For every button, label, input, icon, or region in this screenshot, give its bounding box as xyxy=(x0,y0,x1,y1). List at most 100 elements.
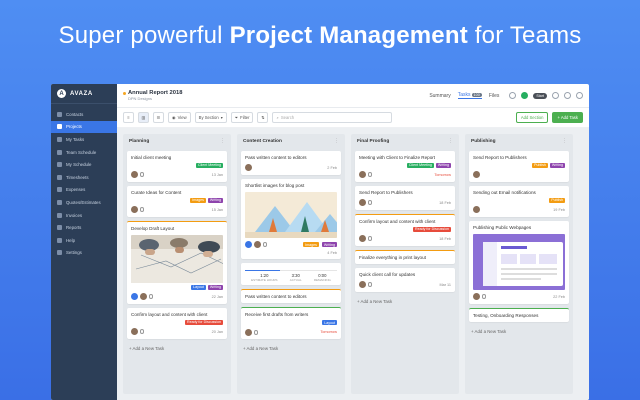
task-tag: Images xyxy=(190,197,206,203)
column-publishing: Publishing ⋮ Send Report to Publishers Pu… xyxy=(465,134,573,394)
sidebar-item-reports[interactable]: Reports xyxy=(51,221,117,234)
sidebar-item-contacts[interactable]: Contacts xyxy=(51,108,117,121)
help-icon[interactable] xyxy=(509,92,517,99)
task-card[interactable]: Receive first drafts from writers Layout… xyxy=(241,307,341,340)
search-input[interactable]: ⌕ Search xyxy=(272,112,393,123)
column-title: Planning xyxy=(129,139,150,144)
contacts-icon xyxy=(57,111,62,117)
list-view-button[interactable]: ≡ xyxy=(123,112,134,123)
group-by-select[interactable]: By Section ▾ xyxy=(194,112,227,123)
eye-icon: ◉ xyxy=(172,115,176,120)
column-title: Publishing xyxy=(471,139,496,144)
due-date: 18 Feb xyxy=(439,200,451,205)
due-date: Mar 11 xyxy=(439,282,451,287)
view-dropdown[interactable]: ◉ View xyxy=(168,112,191,123)
sidebar: A AVAZA Contacts Projects My Tasks Team … xyxy=(51,84,117,400)
sidebar-item-team-schedule[interactable]: Team Schedule xyxy=(51,146,117,159)
attachment-icon xyxy=(140,172,144,178)
task-card[interactable]: Develop Draft Layout Layout Writing 22 J… xyxy=(127,220,227,304)
add-new-task-link[interactable]: + Add a New Task xyxy=(355,296,455,307)
add-icon[interactable] xyxy=(564,92,571,99)
due-date: 22 Feb xyxy=(553,294,565,299)
task-card[interactable]: Initial client meeting Client Meeting 13… xyxy=(127,151,227,182)
more-icon[interactable]: ⋮ xyxy=(334,139,339,144)
avatar xyxy=(131,328,138,336)
sidebar-item-settings[interactable]: Settings xyxy=(51,247,117,260)
task-title: Quick client call for updates xyxy=(359,271,416,277)
task-card[interactable]: Confirm layout and content with client R… xyxy=(127,307,227,339)
board-view-button[interactable]: ▥ xyxy=(138,112,149,123)
task-card[interactable]: Publishing Public Webpages 22 Feb xyxy=(469,220,569,304)
task-tag: Layout xyxy=(191,284,206,290)
task-title: Sending out Email notifications xyxy=(473,189,536,195)
more-icon[interactable]: ⋮ xyxy=(562,139,567,144)
tab-files[interactable]: Files xyxy=(489,93,500,99)
more-icon[interactable]: ⋮ xyxy=(220,139,225,144)
add-task-button[interactable]: + Add Task xyxy=(552,112,583,123)
add-new-task-link[interactable]: + Add a New Task xyxy=(241,343,341,354)
hero-pre: Super powerful xyxy=(58,22,230,49)
task-footer: Mar 11 xyxy=(359,281,451,289)
hero-post: for Teams xyxy=(467,22,582,49)
task-footer: Tomorrow xyxy=(359,171,451,179)
task-card[interactable]: Testing, Onboarding Responses xyxy=(469,307,569,322)
sidebar-item-label: Invoices xyxy=(66,212,83,218)
sidebar-item-invoices[interactable]: Invoices xyxy=(51,209,117,222)
sidebar-item-help[interactable]: Help xyxy=(51,234,117,247)
sidebar-item-quotes[interactable]: Quotes/Estimates xyxy=(51,196,117,209)
logo[interactable]: A AVAZA xyxy=(51,84,117,104)
task-card[interactable]: Finalize everything in print layout xyxy=(355,249,455,264)
sidebar-item-projects[interactable]: Projects xyxy=(51,120,117,134)
project-client[interactable]: DPN Designs xyxy=(123,96,182,102)
task-card[interactable]: Curate Ideas for Content Images Writing 1… xyxy=(127,185,227,217)
remaining-hours: 0:00 REMAINING xyxy=(313,273,331,283)
bell-icon[interactable] xyxy=(552,92,559,99)
sidebar-item-label: Help xyxy=(66,237,76,243)
task-card[interactable]: Pass written content to editors xyxy=(241,289,341,304)
task-footer: 18 Feb xyxy=(359,199,451,207)
due-date: 4 Feb xyxy=(327,250,337,255)
attachment-icon xyxy=(368,172,372,178)
due-date: Tomorrow xyxy=(320,330,337,335)
quote-icon xyxy=(57,199,62,205)
avatar xyxy=(245,241,252,249)
task-card[interactable]: Quick client call for updates Mar 11 xyxy=(355,267,455,292)
tab-tasks[interactable]: Tasks 100 xyxy=(457,92,482,99)
sidebar-item-label: Projects xyxy=(66,124,82,130)
task-card[interactable]: Confirm layout and content with client R… xyxy=(355,213,455,246)
task-tag: Client Meeting xyxy=(406,162,434,168)
task-card[interactable]: Send Report to Publishers Publish Writing xyxy=(469,151,569,182)
avatar xyxy=(359,281,366,289)
user-avatar[interactable] xyxy=(521,92,529,99)
attachment-icon xyxy=(149,294,153,300)
add-new-task-link[interactable]: + Add a New Task xyxy=(469,326,569,337)
sidebar-item-label: Contacts xyxy=(66,111,84,117)
sort-button[interactable]: ⇅ xyxy=(257,112,269,123)
task-card[interactable]: Shortlist images for blog post Images Wri… xyxy=(241,178,341,259)
sidebar-item-timesheets[interactable]: Timesheets xyxy=(51,171,117,184)
search-icon: ⌕ xyxy=(276,115,279,120)
tab-summary[interactable]: Summary xyxy=(429,93,450,99)
add-new-task-link[interactable]: + Add a New Task xyxy=(127,343,227,354)
gantt-view-button[interactable]: ☰ xyxy=(153,112,164,123)
filter-button[interactable]: ⏷ Filter xyxy=(230,112,254,123)
task-card[interactable]: Sending out Email notifications Publish … xyxy=(469,185,569,217)
add-section-button[interactable]: Add Section xyxy=(515,112,549,123)
avatar xyxy=(359,235,366,243)
grid-icon[interactable] xyxy=(576,92,583,99)
sidebar-item-my-schedule[interactable]: My Schedule xyxy=(51,158,117,171)
task-card[interactable]: Send Report to Publishers 18 Feb xyxy=(355,185,455,210)
webpage-screenshot-image xyxy=(473,233,565,290)
sidebar-item-expenses[interactable]: Expenses xyxy=(51,184,117,197)
task-card[interactable]: Pass written content to editors 2 Feb xyxy=(241,151,341,175)
task-title: Meeting with Client to Finalize Report xyxy=(359,155,436,160)
due-date: 22 Jan xyxy=(211,294,223,299)
more-icon[interactable]: ⋮ xyxy=(448,139,453,144)
sidebar-item-my-tasks[interactable]: My Tasks xyxy=(51,133,117,146)
group-by-value: By Section xyxy=(198,115,219,120)
task-footer: 15 Jan xyxy=(131,206,223,214)
topbar: Annual Report 2018 DPN Designs Summary T… xyxy=(117,84,589,108)
timer-button[interactable]: Start xyxy=(533,92,547,99)
task-card[interactable]: Meeting with Client to Finalize Report C… xyxy=(355,151,455,182)
avatar xyxy=(359,171,366,179)
